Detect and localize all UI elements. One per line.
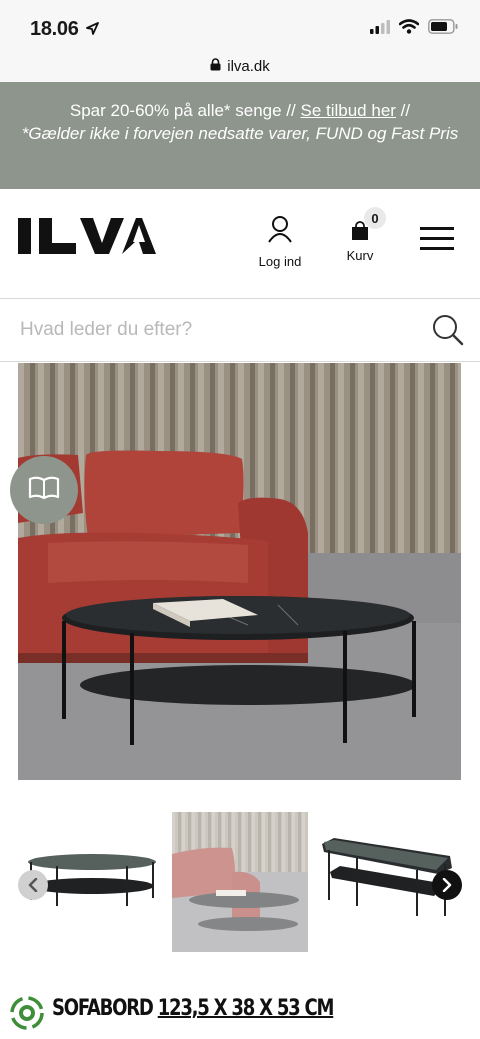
book-icon — [28, 476, 60, 505]
promo-banner: Spar 20-60% på alle* senge // Se tilbud … — [0, 82, 480, 189]
product-dimensions: 123,5 X 38 X 53 CM — [157, 996, 335, 1021]
location-arrow-icon — [86, 22, 99, 40]
promo-text-1-suffix: // — [395, 101, 411, 120]
product-title: SOFABORD 123,5 X 38 X 53 CM — [52, 996, 335, 1021]
search-input[interactable] — [20, 313, 410, 347]
signal-icon — [370, 19, 390, 39]
user-icon — [266, 216, 294, 247]
status-time: 18.06 — [30, 18, 79, 40]
cart-button[interactable]: 0 Kurv — [338, 207, 386, 263]
chevron-left-icon[interactable] — [18, 870, 48, 900]
chevron-right-icon[interactable] — [432, 870, 462, 900]
search-bar — [0, 299, 480, 362]
thumbnail-gallery — [0, 812, 480, 952]
site-header: Log ind 0 Kurv — [0, 189, 480, 299]
address-bar[interactable]: ilva.dk — [0, 50, 480, 82]
thumbnail-2[interactable] — [172, 812, 308, 952]
product-hero-image[interactable] — [18, 363, 461, 780]
status-bar: 18.06 — [0, 0, 480, 50]
cart-count-badge: 0 — [364, 207, 386, 229]
ilva-logo[interactable] — [18, 215, 156, 262]
cart-label: Kurv — [346, 248, 374, 263]
eco-recycle-icon — [9, 995, 45, 1036]
promo-text-2: *Gælder ikke i forvejen nedsatte varer, … — [21, 124, 459, 143]
promo-text-1: Spar 20-60% på alle* senge // — [69, 101, 301, 120]
catalog-button[interactable] — [10, 456, 78, 524]
search-icon[interactable] — [432, 314, 464, 351]
login-button[interactable]: Log ind — [254, 215, 306, 269]
lock-icon — [210, 57, 221, 75]
login-label: Log ind — [258, 254, 302, 269]
promo-link[interactable]: Se tilbud her — [300, 101, 395, 120]
product-title-row: SOFABORD 123,5 X 38 X 53 CM — [0, 990, 480, 1039]
product-name: SOFABORD — [52, 996, 158, 1021]
url-text: ilva.dk — [227, 57, 270, 75]
wifi-icon — [398, 19, 420, 39]
battery-icon — [428, 19, 458, 39]
hamburger-menu-icon[interactable] — [420, 227, 456, 251]
